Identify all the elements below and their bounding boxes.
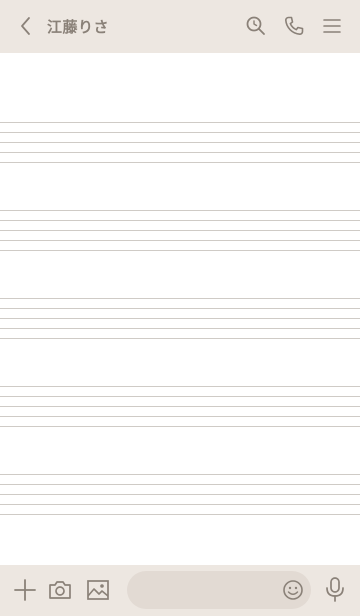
divider <box>0 240 360 241</box>
divider <box>0 504 360 505</box>
divider <box>0 386 360 387</box>
camera-icon <box>49 581 71 599</box>
divider <box>0 298 360 299</box>
add-button[interactable] <box>12 577 38 603</box>
divider <box>0 328 360 329</box>
chat-header: 江藤りさ <box>0 0 360 53</box>
divider <box>0 210 360 211</box>
divider <box>0 514 360 515</box>
image-icon <box>87 580 109 600</box>
staff-lines <box>0 210 360 260</box>
chat-title: 江藤りさ <box>47 18 110 36</box>
camera-button[interactable] <box>47 577 73 603</box>
divider <box>0 162 360 163</box>
back-button[interactable] <box>14 14 38 38</box>
divider <box>0 406 360 407</box>
search-button[interactable] <box>244 14 268 38</box>
divider <box>0 308 360 309</box>
divider <box>0 338 360 339</box>
emoji-icon <box>283 580 303 600</box>
divider <box>0 152 360 153</box>
divider <box>0 122 360 123</box>
divider <box>0 494 360 495</box>
image-button[interactable] <box>85 577 111 603</box>
divider <box>0 474 360 475</box>
menu-button[interactable] <box>320 14 344 38</box>
staff-lines <box>0 122 360 172</box>
divider <box>0 142 360 143</box>
staff-lines <box>0 298 360 348</box>
divider <box>0 416 360 417</box>
staff-lines <box>0 386 360 436</box>
chat-area[interactable] <box>0 53 360 565</box>
chevron-left-icon <box>21 17 30 35</box>
divider <box>0 426 360 427</box>
divider <box>0 318 360 319</box>
staff-lines <box>0 474 360 524</box>
divider <box>0 484 360 485</box>
search-icon <box>246 16 265 35</box>
voice-button[interactable] <box>322 576 348 604</box>
call-button[interactable] <box>282 14 306 38</box>
emoji-button[interactable] <box>281 578 305 602</box>
phone-icon <box>285 16 304 35</box>
plus-icon <box>14 579 36 601</box>
divider <box>0 220 360 221</box>
microphone-icon <box>326 577 344 602</box>
menu-icon <box>323 19 341 33</box>
divider <box>0 132 360 133</box>
divider <box>0 250 360 251</box>
divider <box>0 230 360 231</box>
divider <box>0 396 360 397</box>
